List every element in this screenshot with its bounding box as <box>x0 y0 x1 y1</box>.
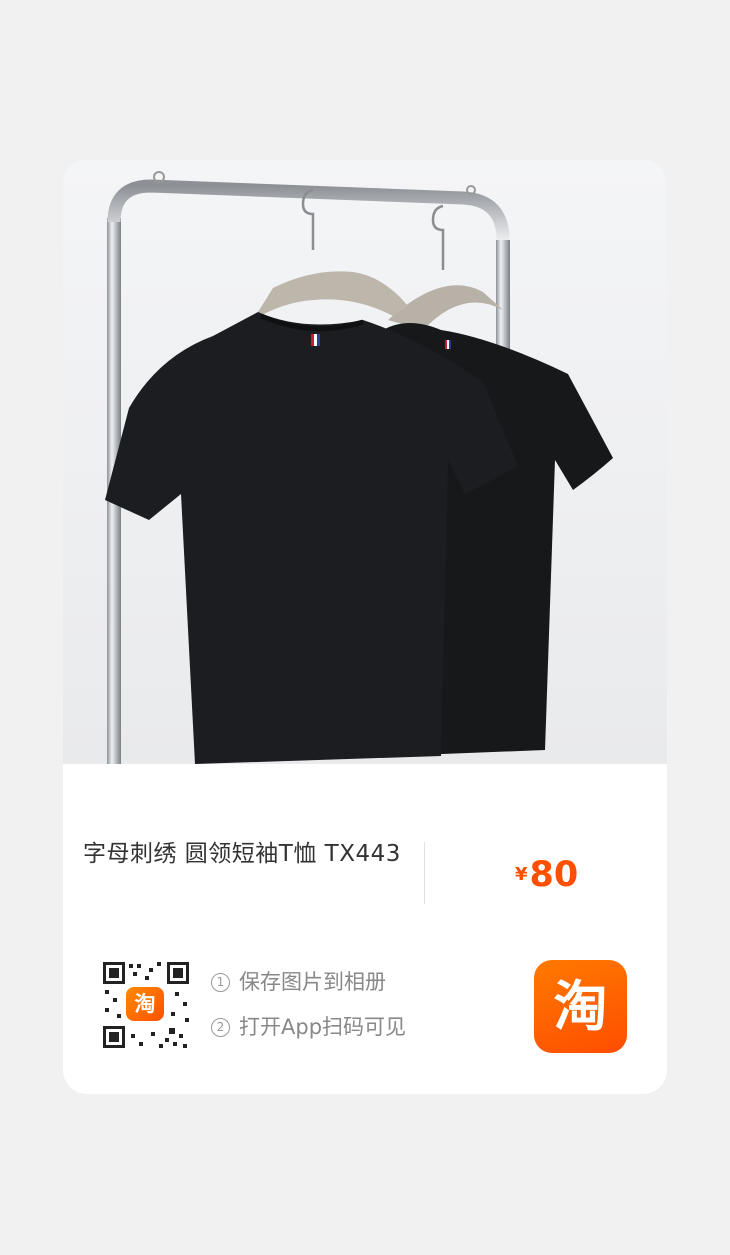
product-title: 字母刺绣 圆领短袖T恤 TX443 <box>83 841 401 867</box>
step-2-text: 打开App扫码可见 <box>239 1015 407 1039</box>
product-image[interactable] <box>63 160 667 764</box>
step-open-app: 2 打开App扫码可见 <box>211 1011 406 1043</box>
qr-code: 淘 <box>99 958 193 1052</box>
step-1-text: 保存图片到相册 <box>239 970 386 994</box>
product-price: ¥80 <box>515 850 578 900</box>
divider <box>424 842 425 904</box>
t-shirt-photo-icon <box>105 171 613 764</box>
taobao-app-icon[interactable]: 淘 <box>534 960 627 1053</box>
step-2-number-icon: 2 <box>211 1018 230 1037</box>
step-1-number-icon: 1 <box>211 973 230 992</box>
step-save-image: 1 保存图片到相册 <box>211 966 406 998</box>
currency-symbol: ¥ <box>515 864 528 885</box>
share-card: 字母刺绣 圆领短袖T恤 TX443 ¥80 淘 1 保存图片到相册 2 打开Ap… <box>63 160 667 1094</box>
qr-taobao-logo: 淘 <box>126 987 164 1021</box>
price-value: 80 <box>529 855 579 895</box>
share-steps: 1 保存图片到相册 2 打开App扫码可见 <box>211 966 406 1056</box>
